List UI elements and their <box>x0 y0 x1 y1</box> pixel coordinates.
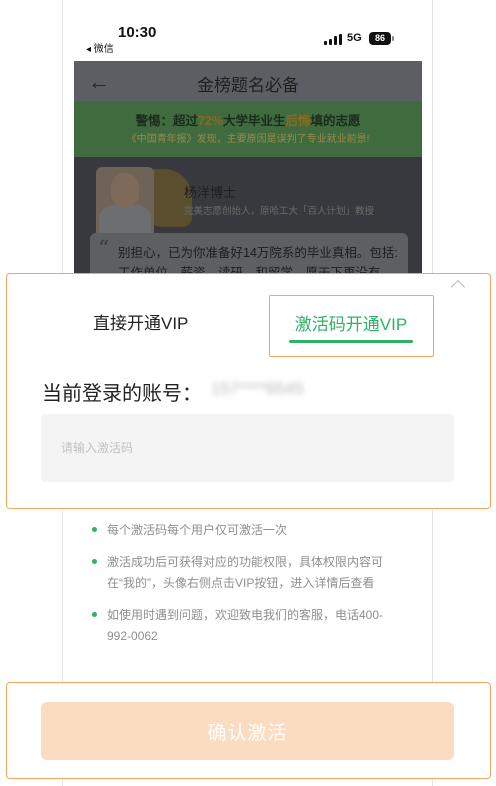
account-value: 157****6545 <box>211 379 304 398</box>
list-item: 激活成功后可获得对应的功能权限，具体权限内容可在“我的”，头像右侧点击VIP按钮… <box>92 552 392 594</box>
instructions-list: 每个激活码每个用户仅可激活一次 激活成功后可获得对应的功能权限，具体权限内容可在… <box>92 520 392 658</box>
battery-icon: 86 <box>369 32 394 45</box>
expert-title: 完美志愿创始人，原哈工大「百人计划」教授 <box>184 206 375 217</box>
tab-direct-vip[interactable]: 直接开通VIP <box>93 309 188 334</box>
quote-card: “ 别担心，已为你准备好14万院系的毕业真相。包括:工作单位、薪资、读研、和留学… <box>90 233 408 275</box>
warning-banner: 警惕：超过72%大学毕业生后悔填的志愿 《中国青年报》发现，主要原因是误判了专业… <box>74 101 422 157</box>
activation-sheet: 直接开通VIP 激活码开通VIP 当前登录的账号： 157****6545 <box>6 273 491 509</box>
network-type: 5G <box>347 32 362 44</box>
warning-subtext: 《中国青年报》发现，主要原因是误判了专业就业前景! <box>126 134 370 145</box>
tab-activation-code-label: 激活码开通VIP <box>294 315 408 334</box>
expert-photo <box>96 167 154 239</box>
active-tab-underline <box>289 340 413 343</box>
quote-text: 别担心，已为你准备好14万院系的毕业真相。包括:工作单位、薪资、读研、和留学。愿… <box>118 246 398 275</box>
tab-activation-code-vip[interactable]: 激活码开通VIP <box>269 295 434 357</box>
list-item: 每个激活码每个用户仅可激活一次 <box>92 520 392 541</box>
warning-headline: 警惕：超过72%大学毕业生后悔填的志愿 <box>135 114 361 128</box>
list-item: 如使用时遇到问题，欢迎致电我们的客服，电话400-992-0062 <box>92 605 392 647</box>
nav-bar: ← 金榜题名必备 <box>74 61 422 101</box>
signal-icon <box>324 34 342 45</box>
background-page: ← 金榜题名必备 警惕：超过72%大学毕业生后悔填的志愿 《中国青年报》发现，主… <box>74 61 422 275</box>
activation-code-input[interactable] <box>41 414 454 482</box>
chevron-up-icon[interactable] <box>450 279 466 295</box>
back-to-wechat-link[interactable]: ◂ 微信 <box>86 40 114 55</box>
expert-card: 杨洋博士 完美志愿创始人，原哈工大「百人计划」教授 “ 别担心，已为你准备好14… <box>74 157 422 275</box>
expert-name: 杨洋博士 <box>184 185 237 200</box>
bullet-icon <box>92 612 97 617</box>
bullet-icon <box>92 559 97 564</box>
quote-icon: “ <box>98 237 110 262</box>
status-time: 10:30 <box>118 24 157 41</box>
footer-bar: 确认激活 <box>6 682 491 779</box>
confirm-activation-button[interactable]: 确认激活 <box>41 702 454 760</box>
page-title: 金榜题名必备 <box>197 76 299 95</box>
bullet-icon <box>92 527 97 532</box>
account-label: 当前登录的账号： <box>42 383 202 405</box>
